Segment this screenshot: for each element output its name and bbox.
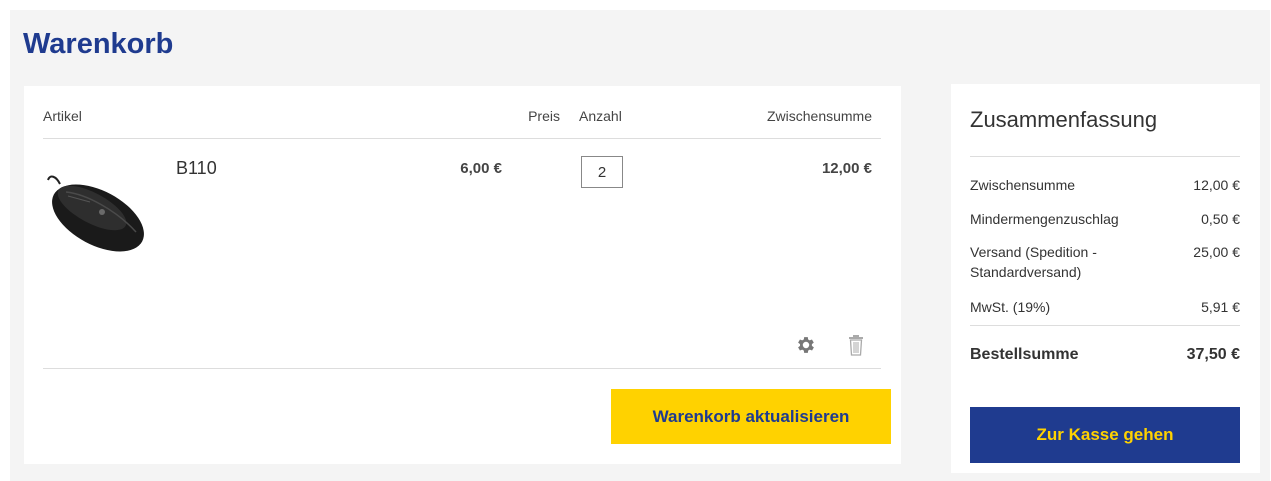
product-price: 6,00 €	[460, 160, 502, 177]
trash-icon[interactable]	[843, 332, 869, 358]
cart-panel: Artikel Preis Anzahl Zwischensumme B110 …	[24, 86, 901, 464]
column-header-price: Preis	[528, 108, 560, 124]
summary-title: Zusammenfassung	[970, 107, 1158, 132]
item-divider	[43, 368, 881, 369]
column-header-subtotal: Zwischensumme	[766, 108, 872, 124]
column-header-quantity: Anzahl	[579, 108, 622, 124]
checkout-button[interactable]: Zur Kasse gehen	[970, 407, 1240, 463]
summary-row-value: 25,00 €	[1193, 244, 1240, 260]
summary-row-label: Mindermengenzuschlag	[970, 211, 1119, 227]
product-subtotal: 12,00 €	[821, 160, 872, 177]
summary-total-divider	[970, 325, 1240, 326]
header-divider	[43, 138, 881, 139]
order-total-label: Bestellsumme	[970, 346, 1079, 363]
summary-divider	[970, 156, 1240, 157]
gear-icon[interactable]	[793, 332, 819, 358]
summary-row-value: 12,00 €	[1193, 177, 1240, 193]
update-cart-button[interactable]: Warenkorb aktualisieren	[611, 389, 891, 444]
computer-mouse-image[interactable]	[46, 166, 150, 266]
summary-row-value: 5,91 €	[1201, 299, 1240, 315]
order-summary-panel: Zusammenfassung Zwischensumme 12,00 € Mi…	[951, 84, 1260, 473]
cart-page: Warenkorb Artikel Preis Anzahl Zwischens…	[10, 10, 1270, 481]
quantity-input[interactable]	[581, 156, 623, 188]
summary-row-label: Zwischensumme	[970, 177, 1076, 193]
product-name[interactable]: B110	[176, 158, 217, 179]
order-total-value: 37,50 €	[1186, 346, 1240, 363]
summary-row-label: MwSt. (19%)	[970, 299, 1051, 315]
column-header-article: Artikel	[43, 108, 82, 124]
summary-row-label: Versand (Spedition - Standardversand)	[970, 244, 1097, 280]
page-title: Warenkorb	[23, 28, 174, 60]
summary-row-value: 0,50 €	[1201, 211, 1240, 227]
